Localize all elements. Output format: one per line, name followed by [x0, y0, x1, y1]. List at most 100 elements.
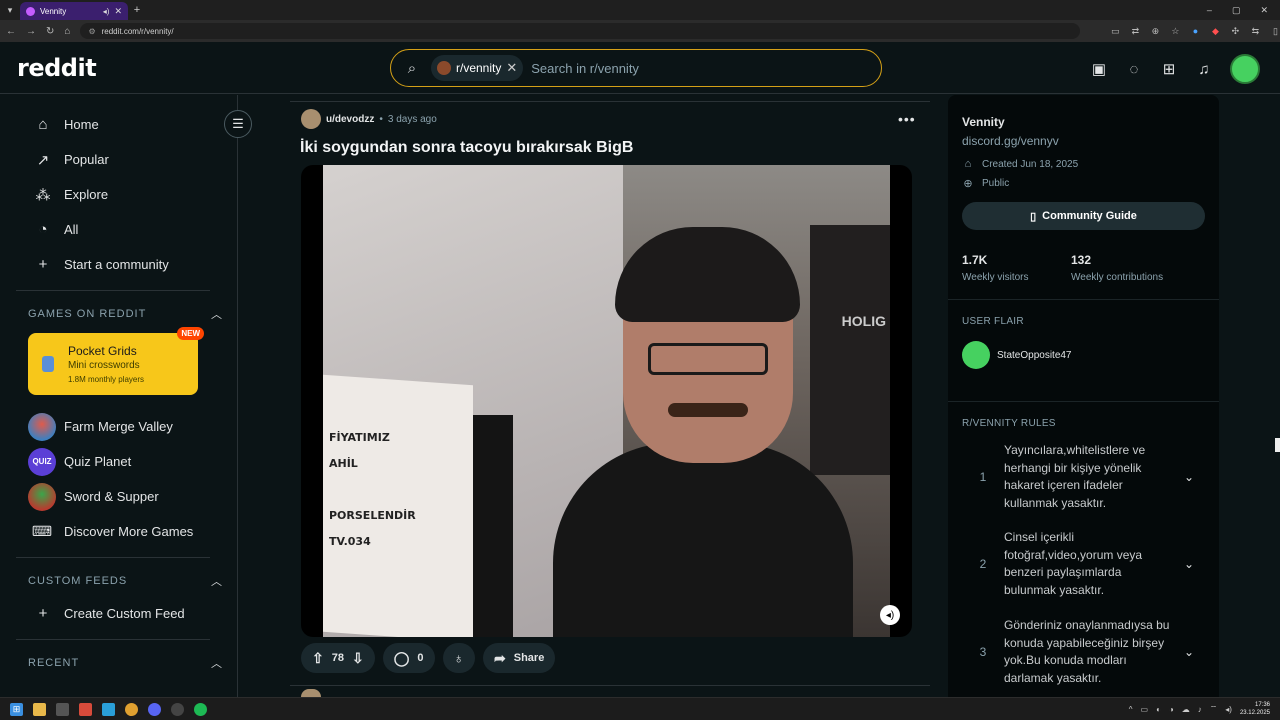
share-button[interactable]: ➦ Share [483, 643, 556, 673]
volume-tray-icon[interactable]: ◂) [1225, 705, 1232, 714]
tab-close-icon[interactable]: ✕ [114, 6, 122, 17]
browser-tab[interactable]: Vennity ◂) ✕ [20, 2, 128, 20]
spotify-icon[interactable] [194, 702, 207, 716]
tray-icon[interactable]: ♪ [1198, 705, 1202, 714]
page-scrollbar[interactable] [1275, 438, 1280, 452]
discover-more-games[interactable]: ⌨ Discover More Games [16, 514, 237, 549]
home-browser-icon[interactable]: ⌂ [64, 26, 70, 37]
award-icon: ♁ [453, 650, 465, 666]
search-bar[interactable]: ⌕ r/vennity ✕ Search in r/vennity [390, 49, 882, 87]
start-icon[interactable]: ⊞ [10, 702, 23, 716]
cast-icon[interactable]: ▭ [1110, 26, 1120, 37]
nav-label: Popular [64, 152, 109, 167]
notifications-bell-icon[interactable]: ♫ [1195, 60, 1213, 78]
video-player[interactable]: FİYATIMIZ AHİL PORSELENDİR TV.034 HOLIG … [301, 165, 912, 637]
site-info-icon[interactable]: ⚙ [88, 27, 95, 36]
subreddit-search-chip[interactable]: r/vennity ✕ [431, 55, 524, 81]
rule-item[interactable]: 3 Gönderiniz onaylanmadıysa bu konuda ya… [962, 617, 1212, 687]
subreddit-link[interactable]: discord.gg/vennyv [962, 134, 1059, 148]
pocket-grids-promo[interactable]: Pocket Grids Mini crosswords 1.8M monthl… [28, 327, 204, 395]
zoom-icon[interactable]: ⊕ [1150, 26, 1160, 37]
clock-time: 17:36 [1254, 702, 1270, 708]
chrome-icon[interactable] [125, 702, 138, 716]
taskbar-app-icon[interactable] [56, 702, 69, 716]
extensions-puzzle-icon[interactable]: ✣ [1230, 26, 1240, 37]
post-options-icon[interactable]: ••• [898, 111, 916, 127]
downvote-icon[interactable]: ⇩ [352, 650, 364, 667]
post-title[interactable]: İki soygundan sonra tacoyu bırakırsak Bi… [300, 139, 633, 157]
award-button[interactable]: ♁ [442, 643, 476, 673]
speaker-icon[interactable]: ◂) [103, 7, 110, 16]
discord-icon[interactable] [148, 702, 161, 716]
comments-button[interactable]: ◯ 0 [382, 643, 435, 673]
taskbar-app-icon[interactable] [79, 702, 92, 716]
header-actions: ▣ ◌ ⊞ ♫ [1090, 54, 1260, 84]
user-avatar[interactable] [1230, 54, 1260, 84]
nav-start-community[interactable]: + Start a community [16, 247, 237, 282]
chevron-down-icon[interactable]: ⌄ [1174, 645, 1204, 659]
post-author[interactable]: u/devodzz [326, 114, 374, 125]
game-farm-merge-valley[interactable]: Farm Merge Valley [16, 409, 237, 444]
rule-text: Gönderiniz onaylanmadıysa bu konuda yapa… [1004, 618, 1170, 685]
tray-icon[interactable]: ▭ [1141, 705, 1149, 714]
author-avatar[interactable] [301, 109, 321, 129]
tray-icon[interactable]: ◐ [1156, 705, 1161, 714]
pocket-grids-icon [42, 356, 54, 372]
volume-icon[interactable]: ◂) [880, 605, 900, 625]
taskbar-app-icon[interactable] [102, 702, 115, 716]
chevron-down-icon[interactable]: ⌄ [1174, 470, 1204, 484]
system-clock[interactable]: 17:36 23.12.2025 [1240, 701, 1270, 717]
back-icon[interactable]: ← [6, 26, 16, 37]
maximize-icon[interactable]: ▢ [1232, 5, 1241, 16]
advertise-icon[interactable]: ▣ [1090, 60, 1108, 78]
create-custom-feed[interactable]: + Create Custom Feed [16, 596, 237, 631]
taskbar-app-icon[interactable] [171, 702, 184, 716]
create-post-icon[interactable]: ⊞ [1160, 60, 1178, 78]
address-bar[interactable]: ⚙ reddit.com/r/vennity/ [80, 23, 1081, 39]
tab-list-button[interactable]: ▾ [0, 0, 20, 20]
upvote-icon[interactable]: ⇧ [312, 650, 324, 667]
recent-section-header[interactable]: RECENT ︿ [16, 648, 237, 678]
chevron-down-icon[interactable]: ⌄ [1174, 557, 1204, 571]
flair-avatar [962, 341, 990, 369]
rule-item[interactable]: 2 Cinsel içerikli fotoğraf,video,yorum v… [962, 529, 1212, 599]
stat-value: 1.7K [962, 253, 988, 267]
nav-all[interactable]: ◔ All [16, 212, 237, 247]
collapse-sidebar-button[interactable]: ☰ [224, 110, 252, 138]
chat-icon[interactable]: ◌ [1125, 60, 1143, 78]
sidebar-panel-icon[interactable]: ▯ [1270, 26, 1280, 37]
file-explorer-icon[interactable] [33, 702, 46, 716]
search-input[interactable]: Search in r/vennity [531, 61, 639, 76]
tray-icon[interactable]: ☁ [1182, 705, 1190, 714]
nav-home[interactable]: ⌂ Home [16, 107, 237, 142]
section-title: CUSTOM FEEDS [28, 575, 128, 587]
close-window-icon[interactable]: ✕ [1260, 5, 1268, 16]
new-tab-button[interactable]: + [128, 4, 146, 16]
nav-popular[interactable]: ↗ Popular [16, 142, 237, 177]
reddit-logo[interactable]: reddit [17, 54, 97, 82]
game-quiz-planet[interactable]: QUIZ Quiz Planet [16, 444, 237, 479]
custom-feeds-section-header[interactable]: CUSTOM FEEDS ︿ [16, 566, 237, 596]
stat-value: 132 [1071, 253, 1092, 267]
tray-chevron-icon[interactable]: ^ [1129, 705, 1133, 714]
game-sword-supper[interactable]: Sword & Supper [16, 479, 237, 514]
extension-red-icon[interactable]: ◆ [1210, 26, 1220, 37]
globe-icon: ⊕ [963, 178, 973, 190]
wifi-icon[interactable]: ⌔ [1210, 704, 1218, 714]
extension-blue-icon[interactable]: ● [1190, 26, 1200, 37]
tray-icon[interactable]: ◑ [1169, 705, 1174, 714]
tab-search-icon[interactable]: ⇆ [1250, 26, 1260, 37]
reload-icon[interactable]: ↻ [46, 26, 54, 37]
bookmark-star-icon[interactable]: ☆ [1170, 26, 1180, 37]
nav-explore[interactable]: ⁂ Explore [16, 177, 237, 212]
minimize-icon[interactable]: – [1207, 5, 1212, 16]
chevron-up-icon: ︿ [211, 658, 223, 670]
chip-label: r/vennity [456, 61, 502, 75]
translate-icon[interactable]: ⇄ [1130, 26, 1140, 37]
community-guide-button[interactable]: ▯ Community Guide [962, 202, 1205, 230]
user-flair[interactable]: StateOpposite47 [962, 341, 1072, 369]
rule-item[interactable]: 1 Yayıncılara,whitelistlere ve herhangi … [962, 442, 1212, 512]
forward-icon[interactable]: → [26, 26, 36, 37]
games-section-header[interactable]: GAMES ON REDDIT ︿ [16, 299, 237, 329]
chip-remove-icon[interactable]: ✕ [506, 60, 517, 76]
